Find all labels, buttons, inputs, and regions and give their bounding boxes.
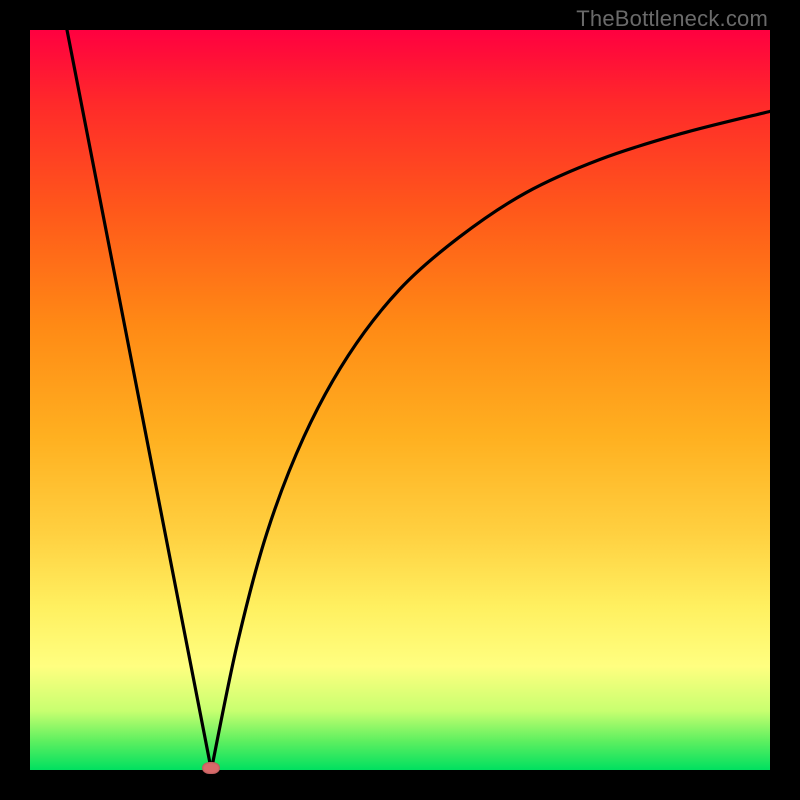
bottleneck-curve	[30, 30, 770, 770]
watermark-text: TheBottleneck.com	[576, 6, 768, 32]
min-point-marker	[202, 762, 220, 774]
chart-frame: TheBottleneck.com	[0, 0, 800, 800]
